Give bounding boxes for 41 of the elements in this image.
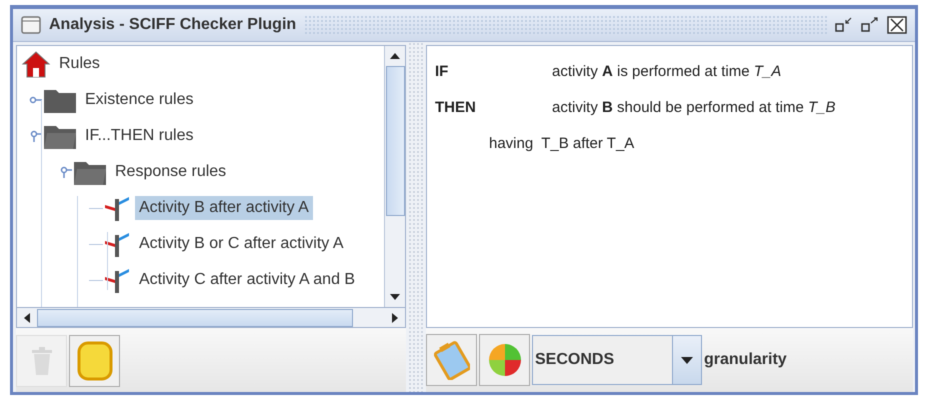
maximize-icon[interactable] — [861, 17, 879, 33]
expanded-handle-icon[interactable] — [29, 129, 43, 143]
window-icon — [21, 16, 41, 34]
rule-keyword: IF — [435, 62, 450, 82]
down-arrow-icon[interactable] — [390, 294, 400, 300]
minimize-icon[interactable] — [835, 17, 853, 33]
left-arrow-icon[interactable] — [24, 312, 30, 322]
rule-keyword: THEN — [435, 98, 477, 118]
house-icon — [21, 49, 51, 79]
having-text: T_B after T_A — [541, 134, 634, 154]
right-arrow-icon[interactable] — [392, 312, 398, 322]
scrollbar-thumb[interactable] — [386, 66, 404, 216]
signpost-icon — [103, 194, 131, 222]
toolbar-button[interactable] — [479, 334, 530, 386]
having-label: having — [489, 134, 534, 154]
up-arrow-icon[interactable] — [390, 53, 400, 59]
granularity-label: granularity — [704, 350, 787, 370]
window-title: Analysis - SCIFF Checker Plugin — [49, 15, 296, 35]
tree-item[interactable]: Activity B or C after activity A — [135, 232, 348, 256]
signpost-icon — [103, 266, 131, 294]
rule-text: activity B should be performed at time T_B — [552, 98, 836, 118]
dropdown-arrow-icon[interactable] — [681, 356, 693, 364]
toolbar-button[interactable] — [426, 334, 477, 386]
toolbar-button[interactable] — [69, 335, 120, 387]
note-icon — [76, 341, 112, 381]
granularity-dropdown[interactable]: SECONDS — [532, 335, 702, 385]
tree-item[interactable]: IF...THEN rules — [81, 124, 198, 148]
tree-item[interactable]: Existence rules — [81, 88, 198, 112]
tree-item[interactable]: Activity C after activity A and B — [135, 268, 360, 292]
trash-icon — [30, 346, 52, 376]
signpost-icon — [103, 230, 131, 258]
tree-item[interactable]: Activity B after activity A — [135, 196, 313, 220]
rule-text: activity A is performed at time T_A — [552, 62, 782, 82]
expanded-handle-icon[interactable] — [59, 165, 73, 179]
close-icon[interactable] — [887, 16, 907, 34]
tree-item[interactable]: Rules — [55, 52, 104, 76]
tree-item[interactable]: Response rules — [111, 160, 230, 184]
pie-chart-icon — [486, 342, 522, 378]
scrollbar-thumb[interactable] — [37, 308, 353, 326]
vertical-scrollbar[interactable] — [384, 46, 405, 307]
horizontal-scrollbar[interactable] — [16, 308, 406, 328]
